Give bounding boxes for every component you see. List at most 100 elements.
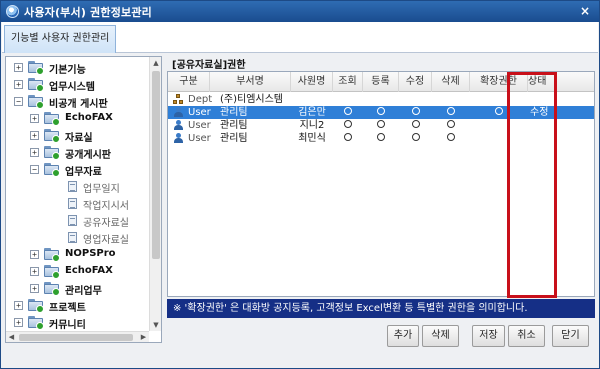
cell-permission-view[interactable]: [333, 106, 363, 119]
expand-icon[interactable]: +: [14, 80, 23, 89]
tree-item-label: 프로젝트: [49, 303, 86, 314]
cell-extended-permission[interactable]: [470, 106, 528, 119]
permission-circle-icon[interactable]: [344, 107, 352, 115]
cell-extended-permission[interactable]: [470, 93, 528, 106]
tree-item[interactable]: + EchoFAX: [6, 110, 149, 127]
permission-circle-icon[interactable]: [411, 133, 420, 141]
expand-icon[interactable]: +: [14, 63, 23, 72]
tree-item[interactable]: 공유자료실: [6, 212, 149, 229]
cell-permission-reg[interactable]: [363, 119, 399, 132]
folder-icon: [44, 112, 61, 126]
grid-row[interactable]: User 관리팀 지니2: [168, 119, 594, 132]
tree-item[interactable]: + 프로젝트: [6, 297, 149, 314]
column-header[interactable]: 삭제: [432, 72, 470, 92]
cell-status: [530, 119, 594, 132]
tree-item[interactable]: 업무일지: [6, 178, 149, 195]
tree-item[interactable]: + 자료실: [6, 127, 149, 144]
permission-circle-icon[interactable]: [411, 120, 420, 128]
cell-permission-edit[interactable]: [399, 119, 432, 132]
cell-permission-reg[interactable]: [363, 132, 399, 145]
cancel-button[interactable]: 취소: [508, 325, 545, 347]
tree-item[interactable]: + 공개게시판: [6, 144, 149, 161]
add-button[interactable]: 추가: [387, 325, 419, 347]
tree-vertical-scrollbar[interactable]: ▲ ▼: [149, 57, 161, 331]
cell-permission-view[interactable]: [333, 132, 363, 145]
cell-permission-reg[interactable]: [363, 93, 399, 106]
tree-item[interactable]: − 비공개 게시판: [6, 93, 149, 110]
save-button[interactable]: 저장: [472, 325, 505, 347]
tree-item[interactable]: + EchoFAX: [6, 263, 149, 280]
scroll-up-arrow-icon[interactable]: ▲: [150, 57, 162, 69]
close-button[interactable]: 닫기: [552, 325, 589, 347]
tree-item[interactable]: − 업무자료: [6, 161, 149, 178]
permission-circle-icon[interactable]: [344, 133, 352, 141]
expand-icon[interactable]: +: [30, 131, 39, 140]
folder-icon: [28, 95, 45, 109]
expand-icon[interactable]: +: [30, 250, 39, 259]
expand-icon[interactable]: +: [30, 114, 39, 123]
expand-icon[interactable]: +: [30, 267, 39, 276]
tree-horizontal-scrollbar[interactable]: ◀ ▶: [6, 331, 149, 342]
tab-feature-permissions[interactable]: 기능별 사용자 권한관리: [4, 25, 117, 53]
cell-permission-edit[interactable]: [399, 132, 432, 145]
collapse-icon[interactable]: −: [14, 97, 23, 106]
permission-circle-icon[interactable]: [377, 120, 385, 128]
expand-icon[interactable]: +: [30, 284, 39, 293]
cell-permission-del[interactable]: [432, 106, 470, 119]
column-header[interactable]: 부서명: [210, 72, 291, 92]
cell-permission-edit[interactable]: [399, 106, 432, 119]
permission-circle-icon[interactable]: [344, 120, 352, 128]
permission-circle-icon[interactable]: [447, 107, 455, 115]
tree-item[interactable]: + NOPSPro: [6, 246, 149, 263]
grid-row[interactable]: User 관리팀 최민식: [168, 132, 594, 145]
permission-circle-icon[interactable]: [447, 120, 455, 128]
tree-item[interactable]: + 기본기능: [6, 59, 149, 76]
cell-permission-view[interactable]: [333, 93, 363, 106]
scroll-thumb[interactable]: [152, 71, 160, 259]
column-header[interactable]: 확장권한: [470, 72, 528, 92]
scroll-down-arrow-icon[interactable]: ▼: [150, 319, 162, 331]
cell-permission-del[interactable]: [432, 132, 470, 145]
cell-permission-del[interactable]: [432, 119, 470, 132]
expand-icon[interactable]: +: [30, 148, 39, 157]
cell-extended-permission[interactable]: [470, 132, 528, 145]
tree-item[interactable]: + 관리업무: [6, 280, 149, 297]
permission-circle-icon[interactable]: [411, 107, 420, 115]
cell-extended-permission[interactable]: [470, 119, 528, 132]
column-header[interactable]: 수정: [399, 72, 432, 92]
delete-button[interactable]: 삭제: [422, 325, 459, 347]
tree-item[interactable]: + 커뮤니티: [6, 314, 149, 331]
permission-circle-icon[interactable]: [377, 133, 385, 141]
cell-department: 관리팀: [220, 107, 248, 118]
permission-circle-icon[interactable]: [447, 133, 455, 141]
column-header[interactable]: 등록: [363, 72, 399, 92]
grid-row[interactable]: Dept (주)티엠시스템: [168, 93, 594, 106]
permission-circle-icon[interactable]: [377, 107, 385, 115]
grid-row[interactable]: User 관리팀 김은만 수정: [168, 106, 594, 119]
scroll-thumb-horizontal[interactable]: [19, 334, 133, 341]
cell-permission-del[interactable]: [432, 93, 470, 106]
tree-item[interactable]: + 업무시스템: [6, 76, 149, 93]
tree-item-label: 공개게시판: [65, 150, 111, 161]
expand-icon[interactable]: +: [14, 318, 23, 327]
permission-circle-icon[interactable]: [495, 107, 503, 115]
tree-item[interactable]: 작업지시서: [6, 195, 149, 212]
cell-employee: 지니2: [299, 120, 325, 131]
cell-permission-edit[interactable]: [399, 93, 432, 106]
scroll-left-arrow-icon[interactable]: ◀: [6, 332, 17, 343]
scroll-right-arrow-icon[interactable]: ▶: [138, 332, 149, 343]
expand-icon[interactable]: +: [14, 301, 23, 310]
close-window-button[interactable]: ×: [577, 4, 593, 19]
column-header[interactable]: 상태: [528, 72, 594, 92]
cell-permission-view[interactable]: [333, 119, 363, 132]
tree-item[interactable]: 영업자료실: [6, 229, 149, 246]
column-header[interactable]: 구분: [168, 72, 210, 92]
column-header[interactable]: 사원명: [291, 72, 333, 92]
menu-tree: + 기본기능 + 업무시스템 − 비공개 게시판 + EchoFAX + 자료실 + 공개게시판 − 업무…: [5, 56, 162, 343]
column-header[interactable]: 조회: [333, 72, 363, 92]
collapse-icon[interactable]: −: [30, 165, 39, 174]
folder-icon: [28, 78, 45, 92]
cell-permission-reg[interactable]: [363, 106, 399, 119]
tree-item-label: 작업지시서: [83, 201, 129, 212]
tree-item-label: 커뮤니티: [49, 320, 86, 331]
